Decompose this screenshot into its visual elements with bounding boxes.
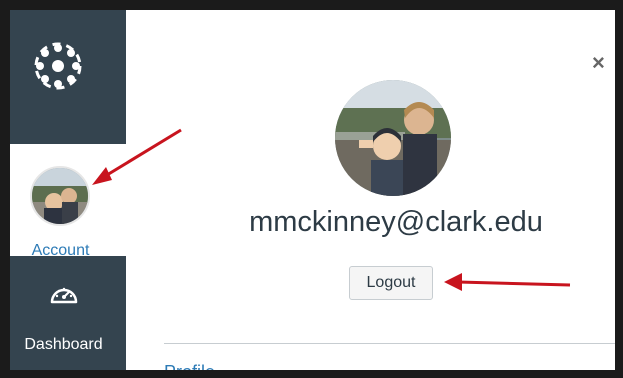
profile-link[interactable]: Profile bbox=[164, 362, 215, 370]
account-tray: × mmckinney@clark.edu Logout Profile bbox=[126, 10, 615, 370]
account-label: Account bbox=[31, 242, 90, 259]
close-icon[interactable]: × bbox=[592, 50, 605, 76]
sidebar-item-dashboard[interactable]: Dashboard bbox=[10, 260, 126, 370]
logo-tile[interactable] bbox=[10, 10, 126, 142]
divider bbox=[164, 343, 615, 344]
canvas-logo-icon bbox=[34, 42, 82, 90]
dashboard-gauge-icon bbox=[50, 287, 78, 304]
user-name: mmckinney@clark.edu bbox=[249, 206, 543, 238]
account-avatar bbox=[30, 166, 90, 226]
logout-button[interactable]: Logout bbox=[349, 266, 433, 300]
profile-avatar bbox=[335, 80, 451, 196]
global-navigation: Account Dashboard bbox=[10, 10, 126, 370]
sidebar-item-account[interactable]: Account bbox=[10, 144, 126, 259]
screenshot-frame: Account Dashboard × mmckinney@clark.edu … bbox=[10, 10, 615, 370]
dashboard-label: Dashboard bbox=[24, 336, 103, 353]
